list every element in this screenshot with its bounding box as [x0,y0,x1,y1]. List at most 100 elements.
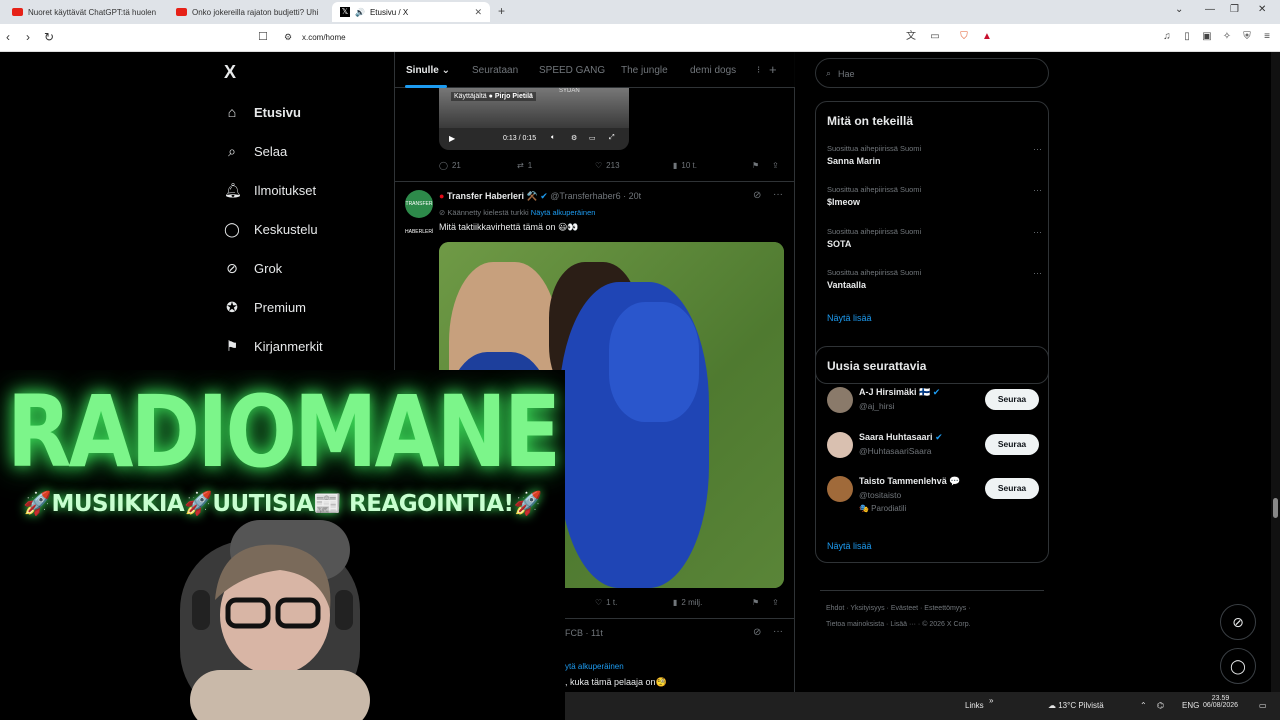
avatar[interactable] [827,432,853,458]
translate-icon[interactable]: 文 [904,30,918,44]
sidebar-item-messages[interactable]: ◯ Keskustelu [224,221,317,238]
media-icon[interactable]: ♫ [1160,30,1174,44]
scrollbar[interactable] [1271,52,1280,692]
close-tab-icon[interactable]: ✕ [474,7,482,18]
more-icon[interactable]: ··· [773,626,783,637]
reply-button[interactable]: ◯ 21 [439,161,461,170]
show-original-link[interactable]: Näytä alkuperäinen [531,208,596,217]
sidebar-item-premium[interactable]: ✪ Premium [224,299,306,316]
follow-suggestion[interactable]: A-J Hirsimäki 🇫🇮 ✔ @aj_hirsi Seuraa [827,387,1039,421]
expand-icon[interactable]: » [989,696,993,705]
grok-icon[interactable]: ⊘ [753,627,761,638]
new-tab-button[interactable]: + [498,4,505,18]
more-icon[interactable]: ··· [1033,227,1042,237]
views-button[interactable]: ▮ 2 milj. [673,598,702,607]
site-info-icon[interactable]: ⚙ [284,32,292,43]
footer-links[interactable]: Tietoa mainoksista · Lisää ··· · © 2026 … [826,621,971,628]
brave-shield-icon[interactable]: ⛉ [957,30,971,44]
trend-item[interactable]: Suosittua aihepiirissä Suomi SOTA ··· [827,227,1042,249]
minimize-icon[interactable]: — [1205,4,1215,15]
network-icon[interactable]: ⌬ [1157,701,1164,710]
tab-the-jungle[interactable]: The jungle [621,65,668,76]
tray-expand-icon[interactable]: ⌃ [1140,701,1147,710]
settings-icon[interactable]: ⚙ [571,134,577,142]
sidebar-item-bookmarks[interactable]: ⚑ Kirjanmerkit [224,338,323,355]
bookmark-button[interactable]: ⚑ [752,161,759,170]
follow-button[interactable]: Seuraa [985,434,1039,455]
language-indicator[interactable]: ENG [1182,701,1199,710]
like-button[interactable]: ♡ 213 [595,161,620,170]
more-icon[interactable]: ··· [1033,144,1042,154]
sidebar-item-explore[interactable]: ⌕ Selaa [224,143,287,160]
rewards-icon[interactable]: ▲ [980,30,994,44]
views-button[interactable]: ▮ 10 t. [673,161,697,170]
follow-suggestion[interactable]: Saara Huhtasaari ✔ @HuhtasaariSaara Seur… [827,432,1039,466]
grok-icon[interactable]: ⊘ [753,190,761,201]
follow-button[interactable]: Seuraa [985,478,1039,499]
sidebar-toggle-icon[interactable]: ▯ [1180,30,1194,44]
more-icon[interactable]: ··· [1033,268,1042,278]
trend-item[interactable]: Suosittua aihepiirissä Suomi $lmeow ··· [827,185,1042,207]
trend-item[interactable]: Suosittua aihepiirissä Suomi Sanna Marin… [827,144,1042,166]
links-toolbar[interactable]: Links [965,701,984,710]
share-icon[interactable]: ⇪ [772,598,779,607]
tab-for-you[interactable]: Sinulle ⌄ [406,65,450,76]
like-button[interactable]: ♡ 1 t. [595,598,617,607]
fullscreen-icon[interactable]: ⤢ [609,134,615,142]
x-logo[interactable]: X [224,62,236,83]
notifications-icon[interactable]: ▭ [1259,701,1267,710]
video-tag[interactable]: Käyttäjältä ● Pirjo Pietilä [451,92,536,101]
tab-list-icon[interactable]: ⌄ [1175,4,1183,15]
avatar[interactable] [827,476,853,502]
leo-icon[interactable]: ✧ [1220,30,1234,44]
show-more-link[interactable]: Näytä lisää [827,313,872,323]
browser-tab-2[interactable]: Onko jokereilla rajaton budjetti? Uhi [168,2,332,22]
repost-button[interactable]: ⇄ 1 [517,161,532,170]
video-player[interactable]: SYDÄN Käyttäjältä ● Pirjo Pietilä ▶ 0:13… [439,88,629,150]
add-tab-icon[interactable]: + [769,62,777,77]
play-icon[interactable]: ▶ [449,134,455,143]
follow-suggestion[interactable]: Taisto Tammenlehvä 💬 @tositaisto 🎭 Parod… [827,476,1039,522]
grok-fab-button[interactable]: ⊘ [1220,604,1256,640]
avatar[interactable]: TRANSFER HABERLERİ [405,190,433,235]
more-icon[interactable]: ··· [1033,185,1042,195]
sidebar-item-notifications[interactable]: 🔔︎ Ilmoitukset [224,182,316,199]
tab-demi-dogs[interactable]: demi dogs [690,65,736,76]
menu-icon[interactable]: ≡ [1260,30,1274,44]
tweet-author-name[interactable]: Transfer Haberleri ⚒️ [447,191,538,201]
cast-icon[interactable]: ▭ [928,30,942,44]
weather-widget[interactable]: ☁ 13°C Pilvistä [1048,701,1104,710]
bookmark-button[interactable]: ⚑ [752,598,759,607]
follow-button[interactable]: Seuraa [985,389,1039,410]
vpn-icon[interactable]: ⛨ [1240,30,1254,44]
tab-speed-gang[interactable]: SPEED GANG [539,65,605,76]
more-icon[interactable]: ··· [773,189,783,200]
clock[interactable]: 23.59 06/08/2026 [1203,695,1238,709]
tweet-handle[interactable]: @Transferhaber6 [550,191,620,201]
url-field[interactable]: x.com/home [302,33,346,42]
trend-item[interactable]: Suosittua aihepiirissä Suomi Vantaalla ·… [827,268,1042,290]
back-icon[interactable]: ‹ [6,30,10,44]
search-input[interactable]: ⌕ Hae [815,58,1049,88]
tweet-time[interactable]: 20t [629,191,642,201]
forward-icon[interactable]: › [26,30,30,44]
restore-icon[interactable]: ❐ [1230,4,1239,15]
scrollbar-thumb[interactable] [1273,498,1278,518]
browser-tab-3[interactable]: 𝕏 🔊 Etusivu / X ✕ [332,2,490,22]
reload-icon[interactable]: ↻ [44,30,54,44]
messages-fab-button[interactable]: ◯ [1220,648,1256,684]
close-window-icon[interactable]: ✕ [1258,4,1266,15]
show-more-link[interactable]: Näytä lisää [827,541,872,551]
pip-icon[interactable]: ▭ [589,134,596,142]
tab-scroll-icon[interactable]: ⁝ [757,65,760,76]
sidebar-item-home[interactable]: ⌂ Etusivu [224,104,301,120]
bookmark-page-icon[interactable]: ☐ [258,30,268,43]
tab-following[interactable]: Seurataan [472,65,518,76]
avatar[interactable] [827,387,853,413]
sidebar-item-grok[interactable]: ⊘ Grok [224,260,282,277]
wallet-icon[interactable]: ▣ [1200,30,1214,44]
footer-links[interactable]: Ehdot · Yksityisyys · Evästeet · Esteett… [826,605,971,612]
share-icon[interactable]: ⇪ [772,161,779,170]
show-original-link[interactable]: ytä alkuperäinen [565,662,624,671]
browser-tab-1[interactable]: Nuoret käyttävät ChatGPT:tä huolen [4,2,168,22]
